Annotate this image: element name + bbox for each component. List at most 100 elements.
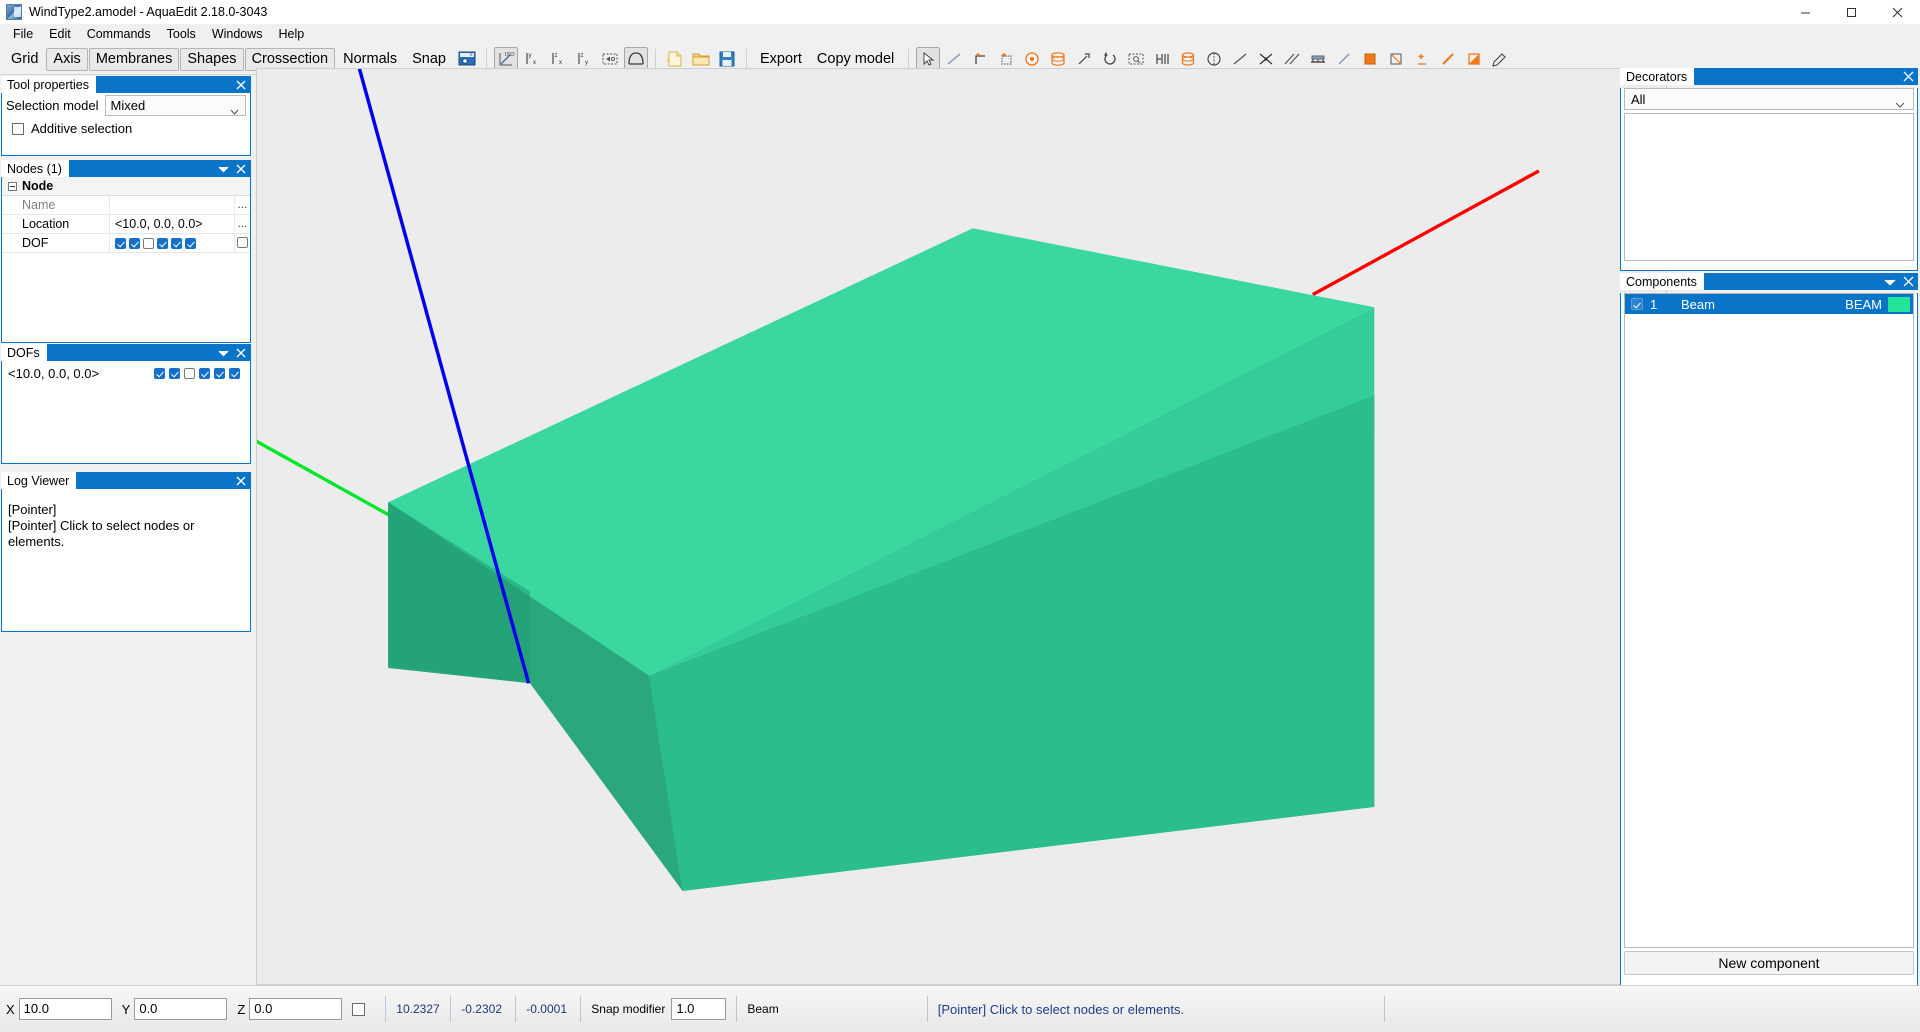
- decorators-actions: [1901, 68, 1915, 85]
- y-coordinate-label: Y: [121, 1001, 131, 1017]
- dofs-checkbox-1[interactable]: [154, 367, 165, 379]
- nodes-actions: [216, 160, 248, 177]
- window-title: WindType2.amodel - AquaEdit 2.18.0-3043: [29, 5, 268, 19]
- status-message: [Pointer] Click to select nodes or eleme…: [937, 1001, 1185, 1017]
- additive-selection-checkbox[interactable]: [12, 122, 24, 135]
- dofs-checkbox-3[interactable]: [184, 367, 195, 379]
- components-tab[interactable]: Components: [1620, 273, 1704, 290]
- menu-file[interactable]: File: [5, 25, 41, 43]
- toolbar-separator: [654, 49, 656, 69]
- chevron-down-icon[interactable]: [216, 161, 230, 176]
- node-name-ellipsis-button[interactable]: ...: [234, 195, 250, 215]
- dofs-tab[interactable]: DOFs: [1, 344, 47, 361]
- toolbar-separator: [745, 49, 747, 69]
- collapse-expander-icon[interactable]: [8, 181, 17, 191]
- close-icon[interactable]: [234, 161, 248, 176]
- node-location-ellipsis-button[interactable]: ...: [234, 214, 250, 234]
- 3d-viewport[interactable]: [256, 68, 1667, 985]
- dof-checkbox-6[interactable]: [185, 237, 196, 249]
- x-coordinate-input[interactable]: 10.0: [18, 998, 112, 1020]
- status-divider: [580, 996, 582, 1022]
- components-titlebar: Components: [1620, 273, 1918, 290]
- z-coordinate-input[interactable]: 0.0: [249, 998, 343, 1020]
- selection-model-label: Selection model: [6, 98, 99, 113]
- table-row[interactable]: Location <10.0, 0.0, 0.0> ...: [2, 214, 250, 234]
- dof-checkbox-3[interactable]: [143, 237, 154, 249]
- decorators-tab[interactable]: Decorators: [1620, 68, 1695, 85]
- dofs-checkbox-6[interactable]: [229, 367, 240, 379]
- table-row[interactable]: Name ...: [2, 195, 250, 215]
- close-icon[interactable]: [1901, 274, 1915, 289]
- status-divider: [385, 996, 387, 1022]
- dofs-checkbox-4[interactable]: [199, 367, 210, 379]
- dof-checkbox-5[interactable]: [171, 237, 182, 249]
- menu-edit[interactable]: Edit: [41, 25, 79, 43]
- node-group-row[interactable]: Node: [2, 177, 250, 196]
- new-component-button[interactable]: New component: [1624, 951, 1914, 975]
- log-viewer-actions: [234, 472, 248, 489]
- status-divider: [515, 996, 517, 1022]
- toolbar-shapes-toggle[interactable]: Shapes: [180, 47, 244, 71]
- decorators-body: All: [1620, 88, 1918, 271]
- log-text-area: [Pointer] [Pointer] Click to select node…: [2, 489, 250, 554]
- nodes-tab[interactable]: Nodes (1): [1, 160, 69, 177]
- additive-selection-row[interactable]: Additive selection: [2, 115, 250, 142]
- menu-commands[interactable]: Commands: [79, 25, 159, 43]
- decorators-list[interactable]: [1624, 113, 1914, 261]
- viewport-scene: [257, 69, 1540, 891]
- cursor-readout-x: 10.2327: [396, 1002, 440, 1016]
- log-viewer-tab[interactable]: Log Viewer: [1, 472, 77, 489]
- node-name-label: Name: [2, 195, 110, 215]
- maximize-button[interactable]: [1828, 0, 1874, 24]
- right-dock: Decorators All Components 1 Beam BEAM Ne…: [1618, 68, 1920, 988]
- list-item[interactable]: 1 Beam BEAM: [1625, 294, 1913, 314]
- status-divider: [926, 996, 928, 1022]
- menu-help[interactable]: Help: [271, 25, 313, 43]
- toolbar-separator: [485, 49, 487, 69]
- decorators-filter-dropdown[interactable]: All: [1624, 88, 1914, 110]
- svg-text:y: y: [585, 60, 588, 66]
- coordinate-lock-checkbox[interactable]: [352, 1002, 366, 1016]
- selection-model-dropdown[interactable]: Mixed: [104, 95, 246, 116]
- nodes-titlebar: Nodes (1): [1, 160, 251, 177]
- menu-tools[interactable]: Tools: [159, 25, 204, 43]
- menu-windows[interactable]: Windows: [204, 25, 271, 43]
- chevron-down-icon[interactable]: [216, 345, 230, 360]
- close-button[interactable]: [1874, 0, 1920, 24]
- node-dof-extra-checkbox[interactable]: [234, 233, 250, 253]
- context-label: Beam: [747, 1002, 779, 1016]
- dofs-checkbox-5[interactable]: [214, 367, 225, 379]
- chevron-down-icon[interactable]: [1883, 274, 1897, 289]
- component-color-swatch[interactable]: [1888, 296, 1910, 312]
- table-row[interactable]: DOF: [2, 233, 250, 253]
- minimize-button[interactable]: [1782, 0, 1828, 24]
- close-icon[interactable]: [234, 77, 248, 92]
- node-group-label: Node: [22, 178, 54, 193]
- dof-checkbox-2[interactable]: [129, 237, 140, 249]
- svg-text:x: x: [533, 60, 536, 66]
- snap-modifier-input[interactable]: 1.0: [671, 998, 727, 1020]
- toolbar-axis-toggle[interactable]: Axis: [46, 47, 88, 71]
- toolbar-grid-toggle[interactable]: Grid: [4, 48, 45, 71]
- components-actions: [1883, 273, 1915, 290]
- svg-text:y: y: [528, 53, 531, 59]
- component-visibility-checkbox[interactable]: [1631, 298, 1643, 310]
- close-icon[interactable]: [234, 473, 248, 488]
- dof-checkbox-4[interactable]: [157, 237, 168, 249]
- dofs-checkbox-2[interactable]: [169, 367, 180, 379]
- log-viewer-body[interactable]: [Pointer] [Pointer] Click to select node…: [1, 489, 251, 632]
- dof-extra-checkbox[interactable]: [237, 236, 248, 248]
- dof-checkbox-1[interactable]: [115, 237, 126, 249]
- list-item[interactable]: <10.0, 0.0, 0.0>: [2, 361, 250, 381]
- svg-text:ISO: ISO: [505, 52, 515, 58]
- node-location-value[interactable]: <10.0, 0.0, 0.0>: [110, 217, 234, 231]
- y-coordinate-input[interactable]: 0.0: [134, 998, 228, 1020]
- components-panel: Components 1 Beam BEAM New component: [1620, 273, 1918, 988]
- selection-model-value: Mixed: [110, 98, 146, 113]
- close-icon[interactable]: [234, 345, 248, 360]
- toolbar-membranes-toggle[interactable]: Membranes: [88, 47, 180, 71]
- components-list[interactable]: 1 Beam BEAM: [1624, 293, 1914, 948]
- close-icon[interactable]: [1901, 69, 1915, 84]
- tool-properties-body: Selection model Mixed Additive selection: [1, 93, 251, 156]
- tool-properties-tab[interactable]: Tool properties: [1, 76, 96, 93]
